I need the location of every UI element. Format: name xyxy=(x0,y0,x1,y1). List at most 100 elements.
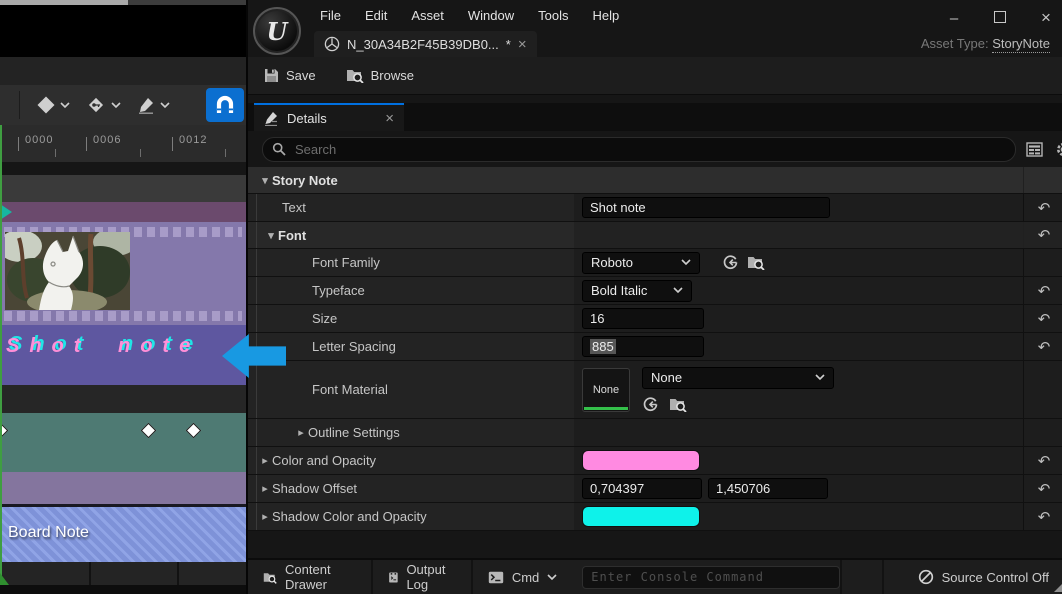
letter-spacing-input[interactable]: 885 xyxy=(582,336,704,357)
expanded-arrow-icon[interactable]: ▾ xyxy=(258,174,272,187)
keyframe-diamond-icon[interactable] xyxy=(186,423,202,439)
expanded-arrow-icon[interactable]: ▾ xyxy=(264,229,278,242)
snapping-toggle-button[interactable] xyxy=(206,88,244,122)
asset-type-value[interactable]: StoryNote xyxy=(992,36,1050,53)
chevron-down-icon[interactable] xyxy=(111,102,121,109)
property-row-outline-settings[interactable]: ▸ Outline Settings xyxy=(248,419,1062,447)
chevron-down-icon[interactable] xyxy=(60,102,70,109)
category-title: Font xyxy=(278,228,306,243)
menu-tools[interactable]: Tools xyxy=(526,4,580,28)
details-view-options xyxy=(1026,141,1062,158)
collapsed-arrow-icon[interactable]: ▸ xyxy=(294,426,308,439)
close-icon[interactable]: × xyxy=(1038,8,1054,28)
cmd-dropdown-button[interactable]: Cmd xyxy=(473,560,572,594)
reset-to-default-icon[interactable]: ↶ xyxy=(1038,338,1051,356)
menu-edit[interactable]: Edit xyxy=(353,4,399,28)
search-input[interactable] xyxy=(293,141,1006,158)
menu-file[interactable]: File xyxy=(308,4,353,28)
property-row-shadow-color: ▸ Shadow Color and Opacity ↶ xyxy=(248,503,1062,531)
shadow-color-swatch[interactable] xyxy=(582,506,700,527)
chevron-down-icon[interactable] xyxy=(160,102,170,109)
dropdown-value: Roboto xyxy=(591,255,633,270)
collapsed-arrow-icon[interactable]: ▸ xyxy=(258,482,272,495)
timeline-ruler[interactable]: 0000 0006 0012 xyxy=(0,125,246,163)
reset-to-default-icon[interactable]: ↶ xyxy=(1038,508,1051,526)
ruler-tick xyxy=(225,149,226,157)
window-resize-grip[interactable] xyxy=(1054,584,1062,592)
maximize-icon[interactable] xyxy=(992,10,1008,27)
output-log-button[interactable]: Output Log xyxy=(373,560,472,594)
text-input[interactable] xyxy=(582,197,830,218)
grid-line xyxy=(89,562,91,585)
reset-to-default-icon[interactable]: ↶ xyxy=(1038,282,1051,300)
modified-indicator: * xyxy=(506,37,511,52)
toolbar-divider xyxy=(19,91,20,119)
collapsed-arrow-icon[interactable]: ▸ xyxy=(258,454,272,467)
details-property-grid: ▾ Story Note Text ↶ ▾ Font xyxy=(248,167,1062,531)
display-grid-icon[interactable] xyxy=(1026,142,1043,157)
details-search-row xyxy=(248,131,1062,167)
font-material-dropdown[interactable]: None xyxy=(642,367,834,389)
shadow-offset-x-input[interactable] xyxy=(582,478,702,499)
browse-to-asset-icon[interactable] xyxy=(747,255,765,270)
asset-document-tab[interactable]: N_30A34B2F45B39DB0... * × xyxy=(314,31,537,57)
playhead-marker[interactable] xyxy=(0,573,9,585)
category-story-note[interactable]: ▾ Story Note xyxy=(248,167,1062,194)
gear-icon[interactable] xyxy=(1055,141,1062,158)
timeline-header-strip xyxy=(0,57,246,86)
section-title-bar[interactable] xyxy=(0,202,246,222)
selected-text: 885 xyxy=(590,339,616,354)
shadow-offset-y-input[interactable] xyxy=(708,478,828,499)
dropdown-value: Bold Italic xyxy=(591,283,647,298)
minimize-icon[interactable]: – xyxy=(946,10,962,27)
purple-track-band[interactable] xyxy=(0,472,246,504)
material-thumbnail[interactable]: None xyxy=(582,368,630,412)
close-icon[interactable]: × xyxy=(518,36,527,53)
source-control-button[interactable]: Source Control Off xyxy=(882,560,1062,594)
size-input[interactable] xyxy=(582,308,704,329)
storyboard-frame-thumbnail[interactable] xyxy=(5,232,130,310)
content-drawer-button[interactable]: Content Drawer xyxy=(248,560,371,594)
browse-to-asset-icon[interactable] xyxy=(669,397,687,412)
category-font[interactable]: ▾ Font ↶ xyxy=(248,222,1062,249)
reset-to-default-icon[interactable]: ↶ xyxy=(1038,226,1051,244)
auto-key-button[interactable] xyxy=(86,95,121,115)
save-button[interactable]: Save xyxy=(264,68,316,83)
board-note-clip[interactable]: Board Note xyxy=(0,504,246,562)
browse-button[interactable]: Browse xyxy=(346,68,414,83)
menu-asset[interactable]: Asset xyxy=(399,4,456,28)
menu-window[interactable]: Window xyxy=(456,4,526,28)
keyframe-diamond-icon[interactable] xyxy=(141,423,157,439)
color-swatch[interactable] xyxy=(582,450,700,471)
menu-help[interactable]: Help xyxy=(580,4,631,28)
cmd-label: Cmd xyxy=(512,570,539,585)
search-box[interactable] xyxy=(262,137,1016,162)
ruler-label: 0006 xyxy=(93,134,121,146)
shot-note-preview-text: Shot note xyxy=(6,335,200,358)
shot-note-track[interactable]: Shot note xyxy=(0,325,246,385)
output-log-label: Output Log xyxy=(406,562,456,592)
typeface-dropdown[interactable]: Bold Italic xyxy=(582,280,692,302)
status-bar: Content Drawer Output Log Cmd xyxy=(248,558,1062,594)
reset-to-default-icon[interactable]: ↶ xyxy=(1038,310,1051,328)
close-icon[interactable]: × xyxy=(385,110,394,127)
property-label: Shadow Color and Opacity xyxy=(272,509,427,524)
keyframe-track[interactable] xyxy=(0,413,246,472)
source-control-off-icon xyxy=(918,569,934,585)
tab-details[interactable]: Details × xyxy=(254,103,404,131)
reset-to-default-icon[interactable]: ↶ xyxy=(1038,480,1051,498)
film-strip-track[interactable] xyxy=(0,222,246,325)
use-selected-asset-icon[interactable] xyxy=(722,254,739,271)
edit-tool-button[interactable] xyxy=(137,96,170,114)
playhead-line[interactable] xyxy=(0,125,2,585)
keyframe-button[interactable] xyxy=(37,99,70,111)
reset-to-default-icon[interactable]: ↶ xyxy=(1038,199,1051,217)
collapsed-arrow-icon[interactable]: ▸ xyxy=(258,510,272,523)
font-family-dropdown[interactable]: Roboto xyxy=(582,252,700,274)
reset-to-default-icon[interactable]: ↶ xyxy=(1038,452,1051,470)
category-title: Story Note xyxy=(272,173,338,188)
property-row-size: Size ↶ xyxy=(248,305,1062,333)
use-selected-asset-icon[interactable] xyxy=(642,396,659,413)
key-diamond-icon xyxy=(86,95,106,115)
console-command-input[interactable] xyxy=(582,566,840,589)
